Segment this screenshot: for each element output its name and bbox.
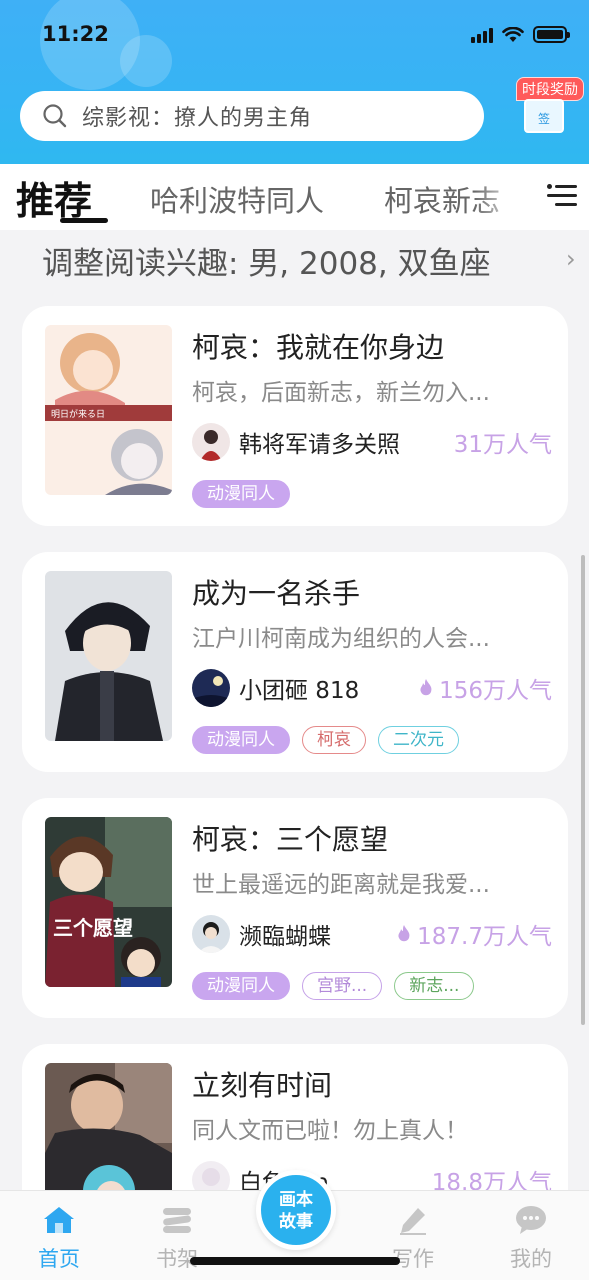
tag[interactable]: 新志...: [394, 972, 475, 1000]
popularity: 31万人气: [454, 425, 552, 459]
book-card[interactable]: 成为一名杀手 江户川柯南成为组织的人会... 小团砸 818 156万人气 动漫…: [22, 552, 568, 772]
search-placeholder: 综影视：撩人的男主角: [82, 106, 313, 131]
book-cover: [45, 571, 172, 741]
search-bar[interactable]: 综影视：撩人的男主角: [20, 91, 484, 141]
top-header: 11:22 综影视：撩人的男主角 时段奖励 签: [0, 0, 589, 164]
cover-title: 明日が来る日: [51, 408, 105, 420]
chat-bubble-icon: [516, 1206, 546, 1234]
book-cover: 三个愿望: [45, 817, 172, 987]
author-row: 小团砸 818 156万人气: [192, 668, 552, 708]
tag[interactable]: 动漫同人: [192, 726, 290, 754]
author-name: 韩将军请多关照: [239, 432, 400, 458]
popularity-text: 31万人气: [453, 432, 552, 458]
cellular-signal-icon: [471, 27, 493, 43]
book-title: 立刻有时间: [192, 1069, 333, 1102]
author-name: 小团砸 818: [239, 678, 360, 704]
avatar: [192, 669, 230, 707]
status-time: 11:22: [42, 22, 109, 46]
battery-icon: [533, 26, 570, 43]
reading-interest-link[interactable]: 调整阅读兴趣: 男, 2008, 双鱼座: [42, 238, 491, 283]
tab-menu-icon[interactable]: [547, 182, 577, 210]
flame-icon: [420, 679, 432, 696]
check-in-reward-button[interactable]: 时段奖励 签: [512, 77, 584, 139]
wifi-icon: [502, 26, 524, 42]
create-story-line1: 画本: [279, 1190, 313, 1210]
book-title: 柯哀：三个愿望: [192, 823, 389, 856]
book-card[interactable]: 三个愿望 柯哀：三个愿望 世上最遥远的距离就是我爱... 濒臨蝴蝶 187.7万…: [22, 798, 568, 1018]
reward-label: 时段奖励: [516, 77, 584, 101]
tab-recommend[interactable]: 推荐: [16, 170, 92, 225]
scrollbar[interactable]: [581, 555, 585, 1025]
author-row: 濒臨蝴蝶 187.7万人气: [192, 914, 552, 954]
tag-list: 动漫同人: [192, 480, 290, 508]
tag[interactable]: 二次元: [378, 726, 459, 754]
tab-fade: [474, 164, 544, 230]
book-description: 世上最遥远的距离就是我爱...: [192, 872, 490, 898]
book-title: 成为一名杀手: [192, 577, 361, 610]
book-description: 柯哀，后面新志，新兰勿入...: [192, 380, 490, 406]
home-icon: [44, 1207, 74, 1233]
tag[interactable]: 动漫同人: [192, 972, 290, 1000]
popularity-text: 187.7万人气: [417, 924, 552, 950]
nav-profile[interactable]: 我的: [491, 1205, 571, 1273]
tag-list: 动漫同人 宫野... 新志...: [192, 972, 475, 1000]
flame-icon: [398, 925, 410, 942]
tag-list: 动漫同人 柯哀 二次元: [192, 726, 459, 754]
decorative-bubble: [120, 35, 172, 87]
tag[interactable]: 柯哀: [302, 726, 366, 754]
book-description: 同人文而已啦！勿上真人！: [192, 1118, 468, 1144]
home-indicator[interactable]: [190, 1257, 400, 1265]
create-story-line2: 故事: [279, 1212, 313, 1232]
gift-box-icon: 签: [524, 99, 564, 133]
nav-label: 我的: [510, 1247, 552, 1271]
book-title: 柯哀：我就在你身边: [192, 331, 445, 364]
book-description: 江户川柯南成为组织的人会...: [192, 626, 490, 652]
avatar: [192, 423, 230, 461]
search-icon: [43, 104, 67, 128]
tag[interactable]: 动漫同人: [192, 480, 290, 508]
popularity: 156万人气: [419, 671, 552, 705]
nav-label: 首页: [38, 1247, 80, 1271]
bookshelf-icon: [163, 1208, 191, 1233]
chevron-right-icon: ›: [566, 245, 576, 273]
author-name: 濒臨蝴蝶: [239, 924, 331, 950]
pen-icon: [400, 1208, 426, 1235]
status-icons: [471, 26, 570, 43]
book-card[interactable]: 明日が来る日 柯哀：我就在你身边 柯哀，后面新志，新兰勿入... 韩将军请多关照…: [22, 306, 568, 526]
create-story-button[interactable]: 画本 故事: [256, 1170, 336, 1250]
author-row: 韩将军请多关照 31万人气: [192, 422, 552, 462]
category-tabs: 推荐 哈利波特同人 柯哀新志: [0, 164, 589, 230]
active-tab-underline: [60, 218, 108, 223]
popularity: 187.7万人气: [397, 917, 552, 951]
tab-harry-potter[interactable]: 哈利波特同人: [150, 178, 324, 220]
popularity-text: 156万人气: [439, 678, 552, 704]
book-cover: 明日が来る日: [45, 325, 172, 495]
cover-title: 三个愿望: [53, 916, 133, 940]
nav-home[interactable]: 首页: [19, 1205, 99, 1273]
reward-box-text: 签: [537, 112, 550, 126]
tag[interactable]: 宫野...: [302, 972, 383, 1000]
avatar: [192, 915, 230, 953]
